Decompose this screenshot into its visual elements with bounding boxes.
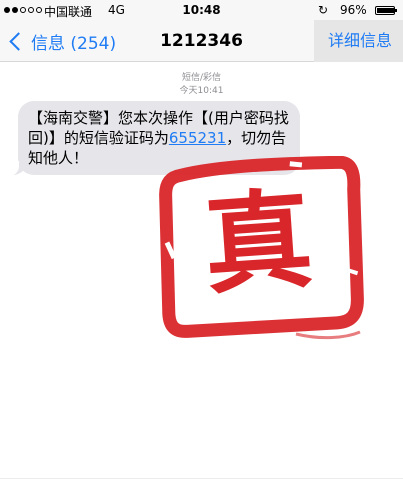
chevron-left-icon xyxy=(9,31,28,51)
details-button[interactable]: 详细信息 xyxy=(313,20,403,62)
back-button-label: 信息 (254) xyxy=(31,33,117,54)
message-type-label: 短信/彩信 xyxy=(181,73,222,83)
stamp-seal-image: 真 xyxy=(159,156,364,340)
verification-code-link[interactable]: 655231 xyxy=(169,129,226,147)
battery-icon xyxy=(375,6,397,15)
bottom-divider xyxy=(0,478,403,479)
battery-percent: 96% xyxy=(340,3,367,17)
message-timestamp: 今天10:41 xyxy=(179,86,224,96)
rotation-lock-icon: ↻ xyxy=(318,3,329,17)
navigation-bar: 1212346 信息 (254) 详细信息 xyxy=(0,20,403,62)
back-button[interactable]: 信息 (254) xyxy=(8,20,116,62)
status-bar: 中国联通 4G 10:48 ↻ 96% xyxy=(0,0,403,20)
stamp-character: 真 xyxy=(200,177,317,310)
